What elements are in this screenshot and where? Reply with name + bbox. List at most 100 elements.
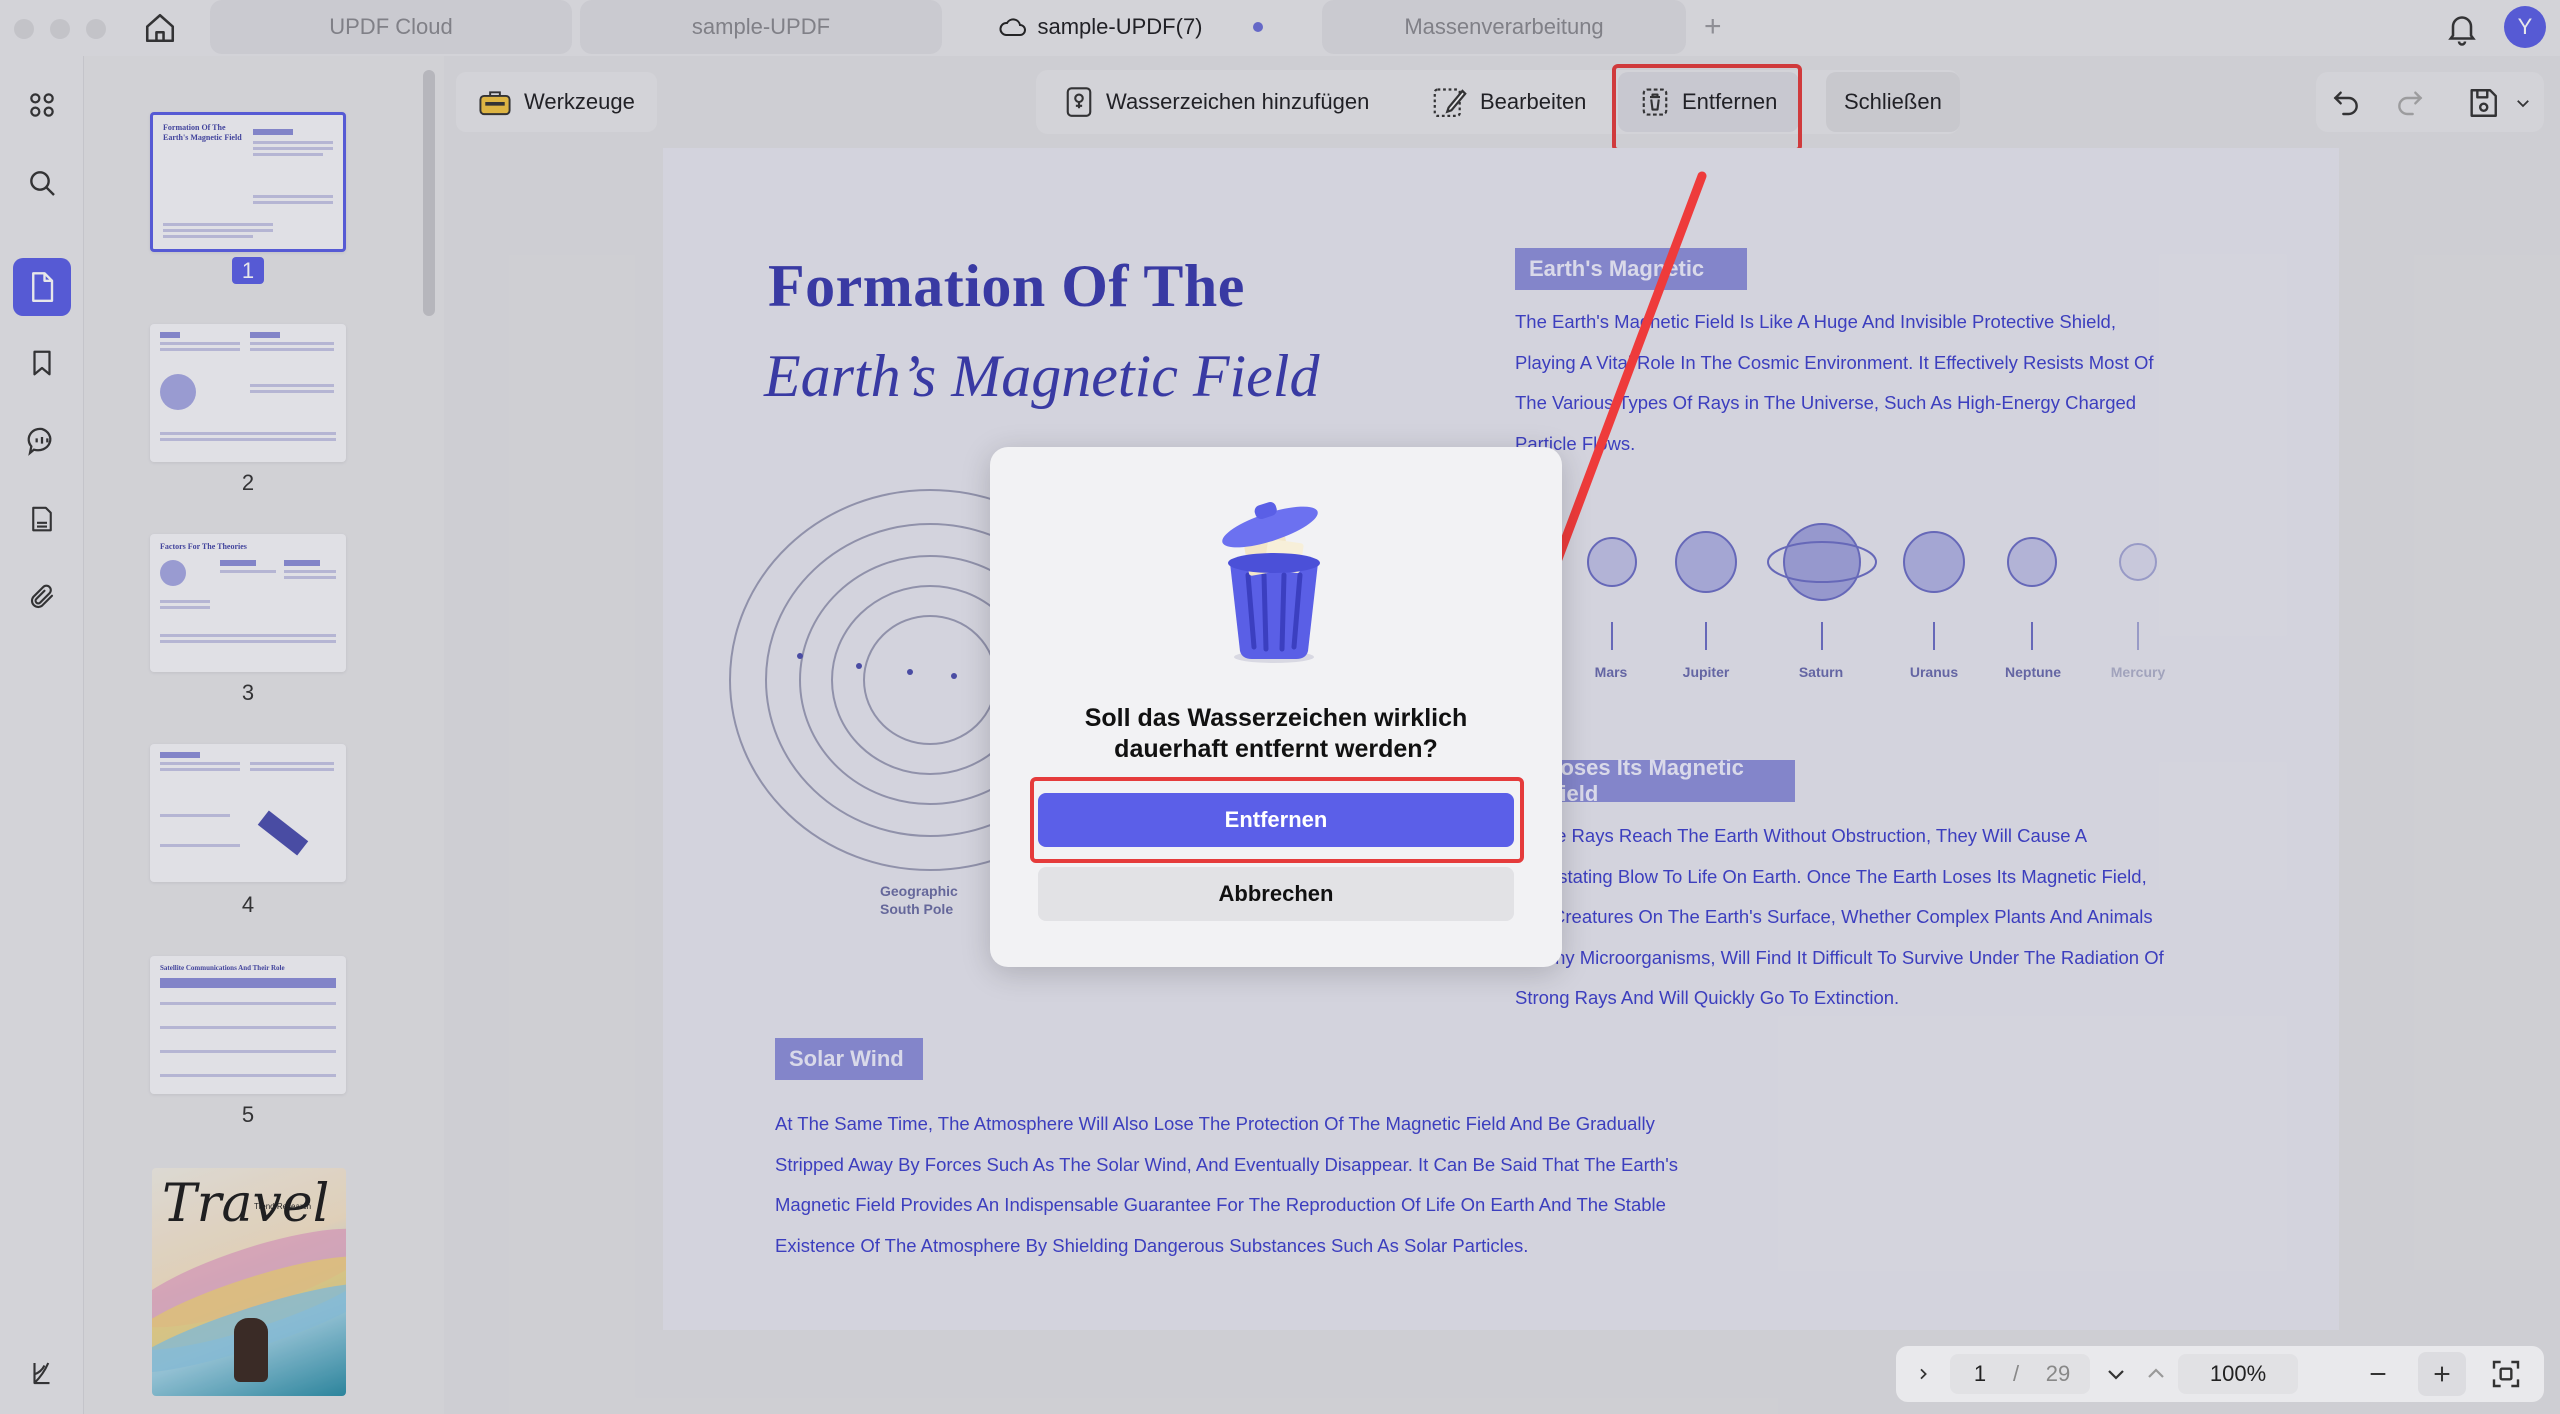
- expand-pager-button[interactable]: [1906, 1346, 1940, 1402]
- window-close-button[interactable]: [14, 19, 34, 39]
- tools-button[interactable]: Werkzeuge: [456, 72, 657, 132]
- rail-thumbnails-grid[interactable]: [21, 84, 63, 126]
- cancel-button[interactable]: Abbrechen: [1038, 867, 1514, 921]
- fit-screen-icon: [2492, 1360, 2520, 1388]
- add-watermark-button[interactable]: Wasserzeichen hinzufügen: [1042, 72, 1391, 132]
- thumbnail-subtitle: Trend Research: [254, 1202, 312, 1211]
- save-options-button[interactable]: [2514, 94, 2532, 112]
- zoom-out-button[interactable]: [2358, 1346, 2398, 1402]
- save-button[interactable]: [2466, 86, 2500, 120]
- rail-comments[interactable]: [21, 420, 63, 462]
- window-minimize-button[interactable]: [50, 19, 70, 39]
- thumbnail-scrollbar[interactable]: [423, 70, 435, 316]
- thumbnail-title: Formation Of The Earth's Magnetic Field: [163, 123, 242, 142]
- highlight-remove-button: [1612, 64, 1802, 152]
- rail-document[interactable]: [13, 258, 71, 316]
- chevron-up-icon: [2148, 1368, 2164, 1378]
- fit-page-button[interactable]: [2482, 1346, 2530, 1402]
- planet-label-uranus: Uranus: [1909, 664, 1959, 680]
- chevron-down-icon: [2108, 1370, 2124, 1380]
- rail-bookmarks[interactable]: [21, 342, 63, 384]
- thumbnail-number: 2: [241, 470, 255, 495]
- thumbnail-page-4[interactable]: [150, 744, 346, 882]
- bookmark-icon: [33, 350, 51, 376]
- rail-search[interactable]: [21, 162, 63, 204]
- thumbnail-page-5[interactable]: Satellite Communications And Their Role: [150, 956, 346, 1094]
- rail-attachments[interactable]: [21, 576, 63, 618]
- dialog-message: Soll das Wasserzeichen wirklich dauerhaf…: [1084, 704, 1468, 763]
- add-watermark-icon: [1066, 87, 1092, 117]
- thumbnail-number: 1: [150, 257, 346, 284]
- toolbox-icon: [479, 91, 511, 116]
- thumbnail-page-2[interactable]: [150, 324, 346, 462]
- tab-sample-updf[interactable]: sample-UPDF: [580, 0, 942, 54]
- thumbnail-number: 4: [241, 892, 255, 917]
- thumbnail-page-1[interactable]: Formation Of The Earth's Magnetic Field: [150, 112, 346, 252]
- tab-sample-updf-7[interactable]: sample-UPDF(7): [950, 0, 1312, 54]
- undo-button[interactable]: [2330, 86, 2362, 118]
- bell-icon: [2448, 16, 2476, 46]
- next-page-button[interactable]: [2096, 1346, 2136, 1402]
- title-bar: UPDF Cloud sample-UPDF sample-UPDF(7) Ma…: [0, 0, 2560, 56]
- planet-label-saturn: Saturn: [1798, 664, 1844, 680]
- home-button[interactable]: [140, 8, 180, 48]
- planet-label-neptune: Neptune: [2005, 664, 2061, 680]
- notifications-button[interactable]: [2444, 10, 2480, 46]
- planet-label-mercury: Mercury: [2110, 664, 2166, 680]
- thumbnail-number: 5: [241, 1102, 255, 1127]
- avatar-initial: Y: [2517, 14, 2533, 39]
- document-title-line2: Earth’s Magnetic Field: [764, 343, 1320, 409]
- section-text-loses-field: These Rays Reach The Earth Without Obstr…: [1515, 825, 2164, 1008]
- cancel-label: Abbrechen: [1218, 881, 1334, 906]
- page-separator: /: [2012, 1361, 2020, 1386]
- remove-watermark-dialog: Soll das Wasserzeichen wirklich dauerhaf…: [990, 447, 1562, 967]
- chevron-right-icon: [1920, 1368, 1927, 1380]
- total-pages-value: 29: [2045, 1361, 2071, 1386]
- grid-icon: [30, 93, 54, 117]
- edit-watermark-button[interactable]: Bearbeiten: [1410, 72, 1608, 132]
- left-tool-rail: [0, 56, 84, 1414]
- unsaved-dot: [1252, 22, 1263, 32]
- trash-can-icon: [1222, 502, 1320, 663]
- minus-icon: [2370, 1372, 2386, 1376]
- rail-pages[interactable]: [21, 498, 63, 540]
- chevron-down-icon: [2517, 100, 2529, 108]
- edit-watermark-label: Bearbeiten: [1480, 89, 1587, 114]
- thumbnail-page-6[interactable]: Travel Trend Research: [152, 1168, 346, 1396]
- avatar[interactable]: Y: [2504, 6, 2546, 48]
- search-icon: [30, 171, 55, 196]
- comment-icon: [27, 427, 52, 456]
- save-icon: [2470, 89, 2497, 117]
- plus-icon: [2434, 1366, 2450, 1382]
- highlight-confirm-button: [1030, 777, 1524, 863]
- edit-watermark-icon: [1433, 88, 1467, 117]
- thumbnail-page-3[interactable]: Factors For The Theories: [150, 534, 346, 672]
- geo-label-line2: South Pole: [880, 901, 954, 917]
- redo-button[interactable]: [2394, 86, 2426, 118]
- close-watermark-button[interactable]: Schließen: [1826, 72, 1960, 132]
- redo-icon: [2398, 91, 2423, 116]
- tab-label: Massenverarbeitung: [1404, 14, 1604, 39]
- document-icon: [32, 272, 54, 302]
- document-title-line1: Formation Of The: [768, 253, 1245, 319]
- thumbnail-title: Satellite Communications And Their Role: [160, 964, 285, 972]
- tab-massenverarbeitung[interactable]: Massenverarbeitung: [1322, 0, 1686, 54]
- page-organize-icon: [32, 506, 52, 532]
- previous-page-button[interactable]: [2136, 1346, 2176, 1402]
- zoom-in-glyph: [2418, 1346, 2466, 1402]
- zoom-value: 100%: [2209, 1361, 2267, 1386]
- tab-label: sample-UPDF: [691, 14, 831, 39]
- paperclip-icon: [30, 584, 54, 609]
- new-tab-button[interactable]: +: [1704, 10, 1722, 44]
- cloud-icon: [999, 18, 1027, 36]
- tab-label: sample-UPDF(7): [1037, 14, 1203, 39]
- page-navigation-bar: 1 / 29 100%: [1896, 1346, 2544, 1402]
- thumbnail-title: Factors For The Theories: [160, 542, 247, 551]
- tab-updf-cloud[interactable]: UPDF Cloud: [210, 0, 572, 54]
- home-icon: [145, 13, 175, 43]
- geo-label-line1: Geographic: [880, 883, 958, 899]
- rail-updf-ai[interactable]: [21, 1352, 63, 1394]
- section-text-solar-wind: At The Same Time, The Atmosphere Will Al…: [775, 1113, 1678, 1256]
- window-zoom-button[interactable]: [86, 19, 106, 39]
- section-heading-solar-wind: Solar Wind: [775, 1038, 923, 1080]
